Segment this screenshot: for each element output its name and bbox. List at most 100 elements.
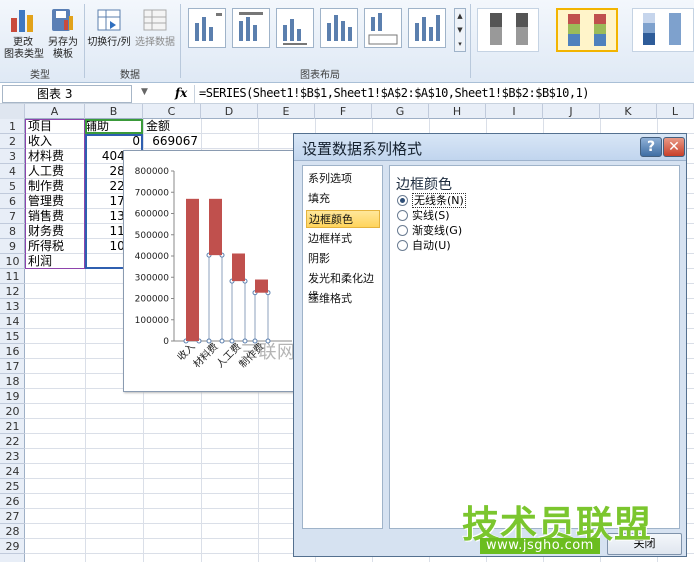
row-header[interactable]: 25 — [0, 479, 25, 494]
radio-icon[interactable] — [397, 209, 408, 221]
column-header[interactable]: B — [85, 104, 143, 119]
row-header[interactable]: 19 — [0, 389, 25, 404]
option-automatic[interactable]: 自动(U) — [397, 239, 451, 254]
row-header[interactable]: 5 — [0, 179, 25, 194]
row-header[interactable]: 2 — [0, 134, 25, 149]
chart-style-3[interactable] — [632, 8, 694, 52]
row-header[interactable]: 17 — [0, 359, 25, 374]
row-header[interactable]: 20 — [0, 404, 25, 419]
select-data-label: 选择数据 — [135, 37, 175, 48]
y-tick-label: 700000 — [135, 188, 170, 198]
bar-人工费[interactable] — [232, 253, 245, 282]
row-header[interactable]: 26 — [0, 494, 25, 509]
row-header[interactable]: 15 — [0, 329, 25, 344]
dialog-nav-list: 系列选项 填充 边框颜色 边框样式 阴影 发光和柔化边缘 三维格式 — [302, 165, 383, 529]
helper-series-marker[interactable] — [219, 338, 225, 344]
column-header[interactable]: F — [315, 104, 372, 119]
column-header[interactable]: G — [372, 104, 429, 119]
chart-layout-1[interactable] — [188, 8, 226, 48]
column-header[interactable]: E — [258, 104, 315, 119]
close-icon[interactable]: ✕ — [663, 137, 685, 157]
row-header[interactable]: 1 — [0, 119, 25, 134]
nav-border-style[interactable]: 边框样式 — [306, 230, 380, 248]
row-header[interactable]: 4 — [0, 164, 25, 179]
column-header[interactable]: J — [543, 104, 600, 119]
cell-c[interactable]: 669067 — [146, 134, 201, 149]
row-header[interactable]: 16 — [0, 344, 25, 359]
row-header[interactable]: 18 — [0, 374, 25, 389]
row-header[interactable]: 12 — [0, 284, 25, 299]
nav-border-color[interactable]: 边框颜色 — [306, 210, 380, 228]
row-header[interactable]: 8 — [0, 224, 25, 239]
chart-layout-6[interactable] — [408, 8, 446, 48]
name-box[interactable]: 图表 3 — [2, 85, 132, 103]
column-header[interactable]: A — [25, 104, 85, 119]
radio-selected-icon[interactable] — [397, 194, 408, 206]
y-tick-label: 300000 — [135, 273, 170, 283]
row-header[interactable]: 29 — [0, 539, 25, 554]
insert-function-icon[interactable]: fx — [175, 86, 187, 100]
column-header[interactable]: D — [201, 104, 258, 119]
nav-series-options[interactable]: 系列选项 — [306, 170, 380, 188]
bar-收入[interactable] — [186, 198, 199, 341]
row-header[interactable]: 23 — [0, 449, 25, 464]
layout-gallery-scroll[interactable]: ▲ ▼ ▾ — [454, 8, 466, 52]
row-header[interactable]: 27 — [0, 509, 25, 524]
group-separator — [84, 4, 85, 78]
select-data-button[interactable]: 选择数据 — [134, 6, 176, 49]
change-chart-type-button[interactable]: 更改 图表类型 — [4, 6, 44, 61]
chart-layout-4[interactable] — [320, 8, 358, 48]
column-header[interactable]: K — [600, 104, 657, 119]
chart-layout-5[interactable] — [364, 8, 402, 48]
row-header[interactable]: 10 — [0, 254, 25, 269]
row-header[interactable]: 13 — [0, 299, 25, 314]
switch-row-column-button[interactable]: 切换行/列 — [86, 6, 132, 49]
chart-layout-3[interactable] — [276, 8, 314, 48]
bar-材料费[interactable] — [209, 198, 222, 256]
bar-制作费[interactable] — [255, 279, 268, 293]
save-as-template-label: 另存为 模板 — [48, 37, 78, 60]
row-header[interactable]: 28 — [0, 524, 25, 539]
chart-style-1[interactable] — [477, 8, 539, 52]
radio-icon[interactable] — [397, 224, 408, 236]
formula-input[interactable]: =SERIES(Sheet1!$B$1,Sheet1!$A$2:$A$10,Sh… — [194, 85, 694, 103]
row-header[interactable]: 14 — [0, 314, 25, 329]
row-header[interactable]: 9 — [0, 239, 25, 254]
nav-fill[interactable]: 填充 — [306, 190, 380, 208]
row-header[interactable]: 7 — [0, 209, 25, 224]
section-title: 边框颜色 — [396, 177, 452, 193]
group-separator — [180, 4, 181, 78]
nav-shadow[interactable]: 阴影 — [306, 250, 380, 268]
row-header[interactable]: 3 — [0, 149, 25, 164]
option-label: 渐变线(G) — [412, 224, 463, 237]
row-header[interactable]: 22 — [0, 434, 25, 449]
row-header[interactable]: 6 — [0, 194, 25, 209]
y-tick-label: 100000 — [135, 316, 170, 326]
column-header[interactable]: C — [143, 104, 201, 119]
nav-glow-soft-edges[interactable]: 发光和柔化边缘 — [306, 270, 380, 303]
chart-layout-2[interactable] — [232, 8, 270, 48]
option-no-line[interactable]: 无线条(N) — [397, 193, 466, 209]
series-name-range-highlight — [85, 119, 143, 134]
chart-style-2[interactable] — [556, 8, 618, 52]
row-header[interactable]: 11 — [0, 269, 25, 284]
name-box-dropdown-icon[interactable]: ▼ — [141, 87, 148, 97]
help-button[interactable]: ? — [640, 137, 662, 157]
save-as-template-button[interactable]: 另存为 模板 — [44, 6, 82, 61]
nav-3d-format[interactable]: 三维格式 — [306, 290, 380, 308]
column-header[interactable]: L — [657, 104, 694, 119]
column-header[interactable]: I — [486, 104, 543, 119]
y-tick-label: 600000 — [135, 210, 170, 220]
chart-type-icon — [8, 6, 38, 34]
row-header[interactable]: 24 — [0, 464, 25, 479]
radio-icon[interactable] — [397, 239, 408, 251]
switch-row-column-label: 切换行/列 — [87, 37, 131, 48]
select-all-corner[interactable] — [0, 104, 25, 119]
cell-c[interactable]: 金额 — [146, 119, 201, 134]
option-gradient-line[interactable]: 渐变线(G) — [397, 224, 462, 239]
column-header[interactable]: H — [429, 104, 486, 119]
option-solid-line[interactable]: 实线(S) — [397, 209, 450, 224]
y-tick-label: 400000 — [135, 252, 170, 262]
row-header[interactable]: 21 — [0, 419, 25, 434]
dialog-titlebar[interactable]: 设置数据系列格式 ? ✕ — [294, 134, 686, 161]
